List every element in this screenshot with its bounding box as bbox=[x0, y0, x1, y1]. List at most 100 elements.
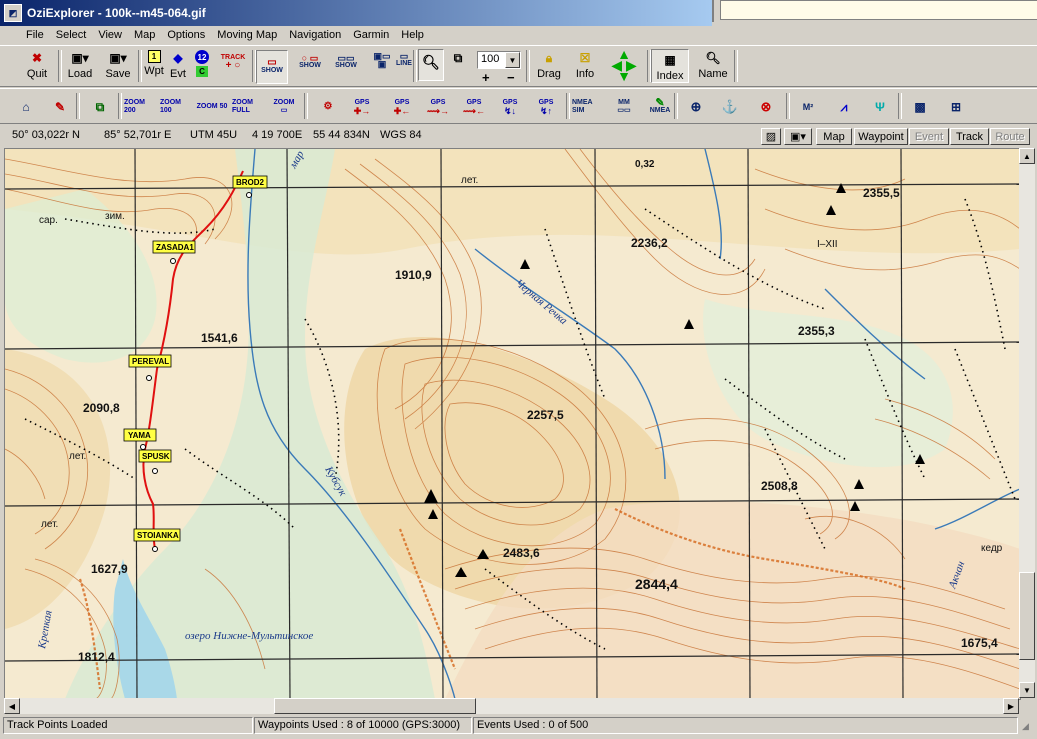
nmea-button[interactable]: ✎ NMEA bbox=[644, 95, 676, 119]
menu-file[interactable]: File bbox=[20, 29, 50, 41]
menu-view[interactable]: View bbox=[92, 29, 128, 41]
gps-track-upload-button[interactable]: GPS ⟿← bbox=[458, 95, 490, 119]
resize-grip-icon[interactable]: ◢ bbox=[1022, 721, 1034, 733]
name-button[interactable]: 🔍︎ Name bbox=[696, 46, 730, 84]
map-label: лет. bbox=[41, 519, 58, 530]
new-waypoint-button[interactable]: 1 Wpt bbox=[143, 46, 165, 84]
menu-select[interactable]: Select bbox=[50, 29, 93, 41]
scroll-up-icon[interactable]: ▲ bbox=[1019, 148, 1035, 164]
status-bar: Track Points Loaded Waypoints Used : 8 o… bbox=[0, 715, 1037, 739]
scroll-down-icon[interactable]: ▼ bbox=[1019, 682, 1035, 698]
waypoint-label[interactable]: STOIANKA bbox=[137, 531, 179, 540]
waypoint-label[interactable]: PEREVAL bbox=[132, 357, 169, 366]
scroll-right-icon[interactable]: ▶ bbox=[1003, 698, 1019, 714]
index-button[interactable]: ▦ Index bbox=[651, 49, 689, 83]
map-image-button[interactable]: ▩ bbox=[904, 95, 936, 119]
chevron-down-icon[interactable]: ▼ bbox=[505, 52, 520, 68]
vertical-scroll-thumb[interactable] bbox=[1019, 572, 1035, 660]
height-label: 1910,9 bbox=[395, 268, 432, 282]
picture-icon: ▨ bbox=[765, 131, 777, 143]
waypoint-icon: 1 bbox=[147, 50, 161, 63]
gps-download-icon: ✚→ bbox=[353, 106, 371, 116]
info-button[interactable]: ☒ Info bbox=[570, 46, 600, 84]
menu-options[interactable]: Options bbox=[161, 29, 211, 41]
horizontal-scroll-thumb[interactable] bbox=[274, 698, 476, 714]
waypoint-tab-button[interactable]: Waypoint bbox=[854, 128, 908, 145]
zoom-full-button[interactable]: ZOOM FULL bbox=[232, 95, 264, 119]
gps-connect-button[interactable]: ⚙ bbox=[312, 95, 344, 119]
vertical-scrollbar[interactable]: ▲ ▼ bbox=[1019, 148, 1035, 698]
show-track-button[interactable]: ▭ SHOW bbox=[256, 50, 288, 84]
status-waypoints: Waypoints Used : 8 of 10000 (GPS:3000) bbox=[254, 717, 472, 734]
title-bar: ◩ OziExplorer - 100k--m45-064.gif bbox=[0, 0, 712, 26]
area-button[interactable]: M² bbox=[792, 95, 824, 119]
map-view[interactable]: 1910,9 2236,2 2355,5 2355,3 1541,6 2090,… bbox=[4, 148, 1021, 700]
menu-help[interactable]: Help bbox=[395, 29, 430, 41]
waypoint-label[interactable]: YAMA bbox=[128, 431, 151, 440]
zoom-in-button[interactable]: + bbox=[482, 70, 490, 85]
menu-moving-map[interactable]: Moving Map bbox=[211, 29, 283, 41]
track-button[interactable]: TRACK + ○ bbox=[217, 50, 249, 74]
target-button[interactable]: ⊕ bbox=[680, 95, 712, 119]
anchor-button[interactable]: ⚓ bbox=[714, 95, 746, 119]
pan-arrows-button[interactable]: ▲ ◀ ▶ ▼ bbox=[604, 46, 644, 84]
zoom-50-button[interactable]: ZOOM 50 bbox=[196, 95, 228, 119]
topographic-map[interactable]: 1910,9 2236,2 2355,5 2355,3 1541,6 2090,… bbox=[5, 149, 1020, 699]
track-line-icon: ▭ bbox=[267, 57, 277, 68]
map-tab-button[interactable]: Map bbox=[816, 128, 852, 145]
route-tab-button[interactable]: Route bbox=[990, 128, 1030, 145]
signal-button[interactable]: Ψ bbox=[864, 95, 896, 119]
gps-upload-button[interactable]: GPS ✚← bbox=[386, 95, 418, 119]
zoom-out-button[interactable]: − bbox=[507, 70, 515, 85]
zoom-window-button[interactable]: ⧉ bbox=[446, 46, 470, 84]
menu-garmin[interactable]: Garmin bbox=[347, 29, 395, 41]
show-events-button[interactable]: ▭▭ SHOW bbox=[330, 50, 362, 74]
profile-button[interactable]: ⩘ bbox=[828, 95, 860, 119]
save-map-button[interactable]: ▣▾ bbox=[784, 128, 812, 145]
gps-route-upload-icon: ↯↑ bbox=[539, 106, 553, 116]
app-icon[interactable]: ◩ bbox=[4, 4, 22, 22]
map-label: лет. bbox=[461, 175, 478, 186]
background-window[interactable] bbox=[712, 0, 1037, 22]
waypoint-label[interactable]: BROD2 bbox=[236, 178, 265, 187]
height-label: 1812,4 bbox=[78, 650, 115, 664]
menu-map[interactable]: Map bbox=[128, 29, 161, 41]
zoom-tool-button[interactable]: 🔍︎ bbox=[418, 49, 444, 81]
event-number-icon: 12 bbox=[195, 50, 209, 64]
event-number-button[interactable]: 12 C bbox=[192, 46, 212, 84]
gps-route-upload-button[interactable]: GPS ↯↑ bbox=[530, 95, 562, 119]
drag-button[interactable]: 🔒︎ Drag bbox=[533, 46, 565, 84]
show-waypoints-button[interactable]: ○ ▭ SHOW bbox=[294, 50, 326, 74]
load-button[interactable]: ▣▾ Load bbox=[64, 46, 96, 84]
waypoint-label[interactable]: SPUSK bbox=[142, 452, 170, 461]
zoom-select[interactable]: 100 ▼ bbox=[477, 51, 521, 69]
waypoint-label[interactable]: ZASADA1 bbox=[156, 243, 194, 252]
horizontal-scrollbar[interactable]: ◀ ▶ bbox=[4, 698, 1019, 714]
save-button[interactable]: ▣▾ Save bbox=[102, 46, 134, 84]
new-event-button[interactable]: ◆ Evt bbox=[167, 46, 189, 84]
map-settings-icon: ⌂ bbox=[22, 100, 30, 114]
event-tab-button[interactable]: Event bbox=[909, 128, 949, 145]
lock-icon: 🔒︎ bbox=[545, 50, 553, 65]
gps-track-download-button[interactable]: GPS ⟿→ bbox=[422, 95, 454, 119]
lifebuoy-button[interactable]: ⊗ bbox=[750, 95, 782, 119]
map-settings-button[interactable]: ⌂ bbox=[10, 95, 42, 119]
zoom-custom-button[interactable]: ZOOM ▭ bbox=[268, 95, 300, 119]
gps-route-download-button[interactable]: GPS ↯↓ bbox=[494, 95, 526, 119]
map-window-button[interactable]: ⧉ bbox=[84, 95, 116, 119]
map-image-toggle[interactable]: ▨ bbox=[761, 128, 781, 145]
quit-button[interactable]: ✖ Quit bbox=[22, 46, 52, 84]
menu-navigation[interactable]: Navigation bbox=[283, 29, 347, 41]
nmea-sim-button[interactable]: NMEA SIM bbox=[572, 95, 604, 119]
track-tab-button[interactable]: Track bbox=[950, 128, 989, 145]
map-check-button[interactable]: ✎ bbox=[44, 95, 76, 119]
zoom-100-button[interactable]: ZOOM 100 bbox=[160, 95, 192, 119]
disk-icon: ▣▾ bbox=[71, 51, 89, 65]
gps-waypoint-button[interactable]: GPS ✚→ bbox=[346, 95, 378, 119]
scroll-left-icon[interactable]: ◀ bbox=[4, 698, 20, 714]
map-calibrate-button[interactable]: ⊞ bbox=[940, 95, 972, 119]
moving-map-button[interactable]: MM ▭▭ bbox=[608, 95, 640, 119]
map-label: кедр bbox=[981, 543, 1003, 554]
disk-icon-small: ▣▾ bbox=[790, 131, 806, 143]
zoom-200-button[interactable]: ZOOM 200 bbox=[124, 95, 156, 119]
